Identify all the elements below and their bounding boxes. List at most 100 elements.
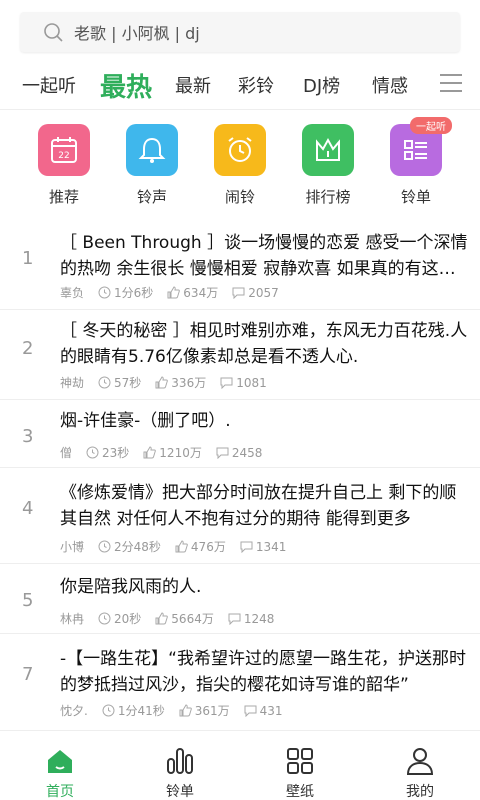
- duration: 1分41秒: [102, 702, 165, 719]
- duration-text: 20秒: [114, 612, 142, 626]
- rank-number: 2: [22, 338, 34, 359]
- thumb-up-icon: [155, 612, 169, 625]
- nav-playlist[interactable]: 铃单: [140, 739, 220, 800]
- home-icon: [48, 750, 72, 773]
- bars-icon: [167, 748, 193, 774]
- clock-icon: [98, 540, 111, 553]
- clock-icon: [86, 446, 99, 459]
- song-title: -【一路生花】“我希望许过的愿望一路生花，护送那时的梦抵挡过风沙，指尖的樱花如诗…: [60, 649, 466, 695]
- bell-icon: [126, 124, 178, 176]
- shortcut-recommend[interactable]: 22 推荐: [32, 118, 96, 218]
- comment-icon: [216, 447, 229, 459]
- list-item[interactable]: 1 ［ Been Through ］谈一场慢慢的恋爱 感受一个深情的热吻 余生很…: [0, 222, 480, 310]
- thumb-up-icon: [143, 446, 157, 459]
- search-area: 老歌 | 小阿枫 | dj: [0, 0, 480, 62]
- thumb-up-icon: [167, 286, 181, 299]
- comments-text: 1248: [243, 611, 275, 626]
- nav-wallpaper[interactable]: 壁纸: [260, 739, 340, 800]
- song-meta: 神劫 57秒 336万 1081: [60, 374, 281, 391]
- duration: 57秒: [98, 374, 141, 391]
- comment-icon: [240, 541, 253, 553]
- shortcut-ringtone[interactable]: 铃声: [120, 118, 184, 218]
- comments-text: 431: [259, 703, 283, 718]
- rank-number: 7: [22, 664, 34, 685]
- comments-text: 1341: [255, 539, 287, 554]
- nav-label: 首页: [46, 784, 74, 800]
- song-title: ［ Been Through ］谈一场慢慢的恋爱 感受一个深情的热吻 余生很长 …: [60, 233, 468, 279]
- category-shortcuts: 22 推荐 铃声 闹铃 排行榜 一起听 铃单: [0, 117, 480, 218]
- clock-icon: [98, 286, 111, 299]
- crown-icon: [302, 124, 354, 176]
- tab-newest[interactable]: 最新: [175, 62, 211, 108]
- together-badge: 一起听: [410, 117, 452, 134]
- alarm-clock-icon: [214, 124, 266, 176]
- search-placeholder: 老歌 | 小阿枫 | dj: [74, 24, 200, 43]
- song-meta: 僧 23秒 1210万 2458: [60, 444, 276, 461]
- person-icon: [406, 748, 434, 775]
- comments: 2458: [216, 446, 262, 460]
- tab-emotion[interactable]: 情感: [372, 62, 408, 108]
- likes-text: 361万: [194, 704, 230, 718]
- likes-text: 336万: [171, 376, 207, 390]
- author-name: 辜负: [60, 286, 85, 300]
- comment-icon: [228, 613, 241, 625]
- list-item[interactable]: 2 ［ 冬天的秘密 ］相见时难别亦难，东风无力百花残.人的眼睛有5.76亿像素却…: [0, 310, 480, 400]
- shortcut-label: 排行榜: [305, 188, 351, 206]
- duration-text: 2分48秒: [114, 540, 161, 554]
- grid-icon: [287, 748, 313, 774]
- duration-text: 1分41秒: [117, 704, 165, 718]
- shortcut-playlist[interactable]: 一起听 铃单: [384, 117, 452, 218]
- likes: 361万: [179, 702, 230, 719]
- comment-icon: [244, 705, 257, 717]
- tab-ringback[interactable]: 彩铃: [238, 62, 274, 108]
- menu-icon[interactable]: [440, 74, 462, 96]
- shortcut-label: 铃声: [136, 188, 167, 206]
- nav-label: 铃单: [166, 784, 194, 800]
- song-meta: 辜负 1分6秒 634万 2057: [60, 284, 293, 301]
- comments: 2057: [232, 286, 279, 300]
- shortcut-alarm[interactable]: 闹铃: [208, 118, 272, 218]
- duration: 23秒: [86, 444, 129, 461]
- comments-text: 2057: [248, 285, 279, 300]
- author-name: 林冉: [60, 612, 85, 626]
- duration-text: 57秒: [114, 376, 142, 390]
- duration-text: 1分6秒: [114, 286, 154, 300]
- likes: 336万: [155, 374, 206, 391]
- shortcut-label: 推荐: [48, 188, 79, 206]
- song-meta: 小博 2分48秒 476万 1341: [60, 538, 300, 555]
- song-title: 烟-许佳豪-（删了吧）.: [60, 411, 231, 431]
- duration-text: 23秒: [102, 446, 130, 460]
- shortcut-label: 铃单: [400, 188, 431, 206]
- thumb-up-icon: [155, 376, 169, 389]
- comments: 431: [244, 704, 283, 718]
- duration: 1分6秒: [98, 284, 153, 301]
- duration: 20秒: [98, 610, 141, 627]
- list-item[interactable]: 3 烟-许佳豪-（删了吧）. 僧 23秒 1210万 2458: [0, 400, 480, 468]
- comments: 1081: [220, 376, 267, 390]
- rank-number: 5: [22, 590, 34, 611]
- nav-mine[interactable]: 我的: [380, 739, 460, 800]
- author-name: 神劫: [60, 376, 85, 390]
- tab-dj-chart[interactable]: DJ榜: [303, 62, 340, 108]
- list-item[interactable]: 7 -【一路生花】“我希望许过的愿望一路生花，护送那时的梦抵挡过风沙，指尖的樱花…: [0, 634, 480, 730]
- comments: 1341: [240, 539, 287, 554]
- duration: 2分48秒: [98, 538, 161, 555]
- shortcut-ranking[interactable]: 排行榜: [296, 118, 360, 218]
- rank-number: 1: [22, 248, 34, 269]
- search-bar[interactable]: 老歌 | 小阿枫 | dj: [20, 12, 460, 52]
- song-title: ［ 冬天的秘密 ］相见时难别亦难，东风无力百花残.人的眼睛有5.76亿像素却总是…: [60, 321, 468, 367]
- comment-icon: [220, 377, 233, 389]
- comment-icon: [232, 287, 245, 299]
- likes-text: 476万: [190, 540, 226, 554]
- list-item[interactable]: 5 你是陪我风雨的人. 林冉 20秒 5664万 1248: [0, 564, 480, 634]
- song-title: 《修炼爱情》把大部分时间放在提升自己上 剩下的顺其自然 对任何人不抱有过分的期待…: [60, 483, 457, 529]
- tab-together[interactable]: 一起听: [22, 62, 76, 108]
- list-item[interactable]: 4 《修炼爱情》把大部分时间放在提升自己上 剩下的顺其自然 对任何人不抱有过分的…: [0, 468, 480, 564]
- likes: 634万: [167, 284, 218, 301]
- author-name: 僧: [60, 446, 73, 460]
- tab-hottest[interactable]: 最热: [100, 62, 152, 108]
- song-meta: 忱夕. 1分41秒 361万 431: [60, 702, 297, 719]
- likes-text: 1210万: [159, 446, 202, 460]
- svg-text:22: 22: [58, 151, 69, 161]
- nav-home[interactable]: 首页: [20, 739, 100, 800]
